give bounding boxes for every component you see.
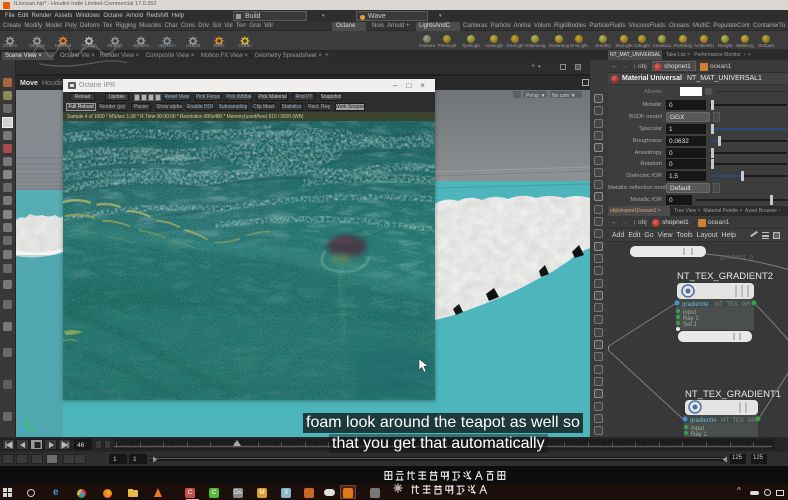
svg-text:Persp ▼: Persp ▼: [526, 93, 545, 99]
svg-text:NT_TEX_GRADIENT2: NT_TEX_GRADIENT2: [677, 271, 773, 282]
svg-text:NT_TEX_GRADIENT1: NT_TEX_GRADIENT1: [685, 389, 781, 400]
svg-text:Set 1: Set 1: [683, 322, 698, 328]
svg-text:gradient_b: gradient_b: [720, 254, 753, 261]
svg-text:No cam ▼: No cam ▼: [552, 93, 576, 99]
